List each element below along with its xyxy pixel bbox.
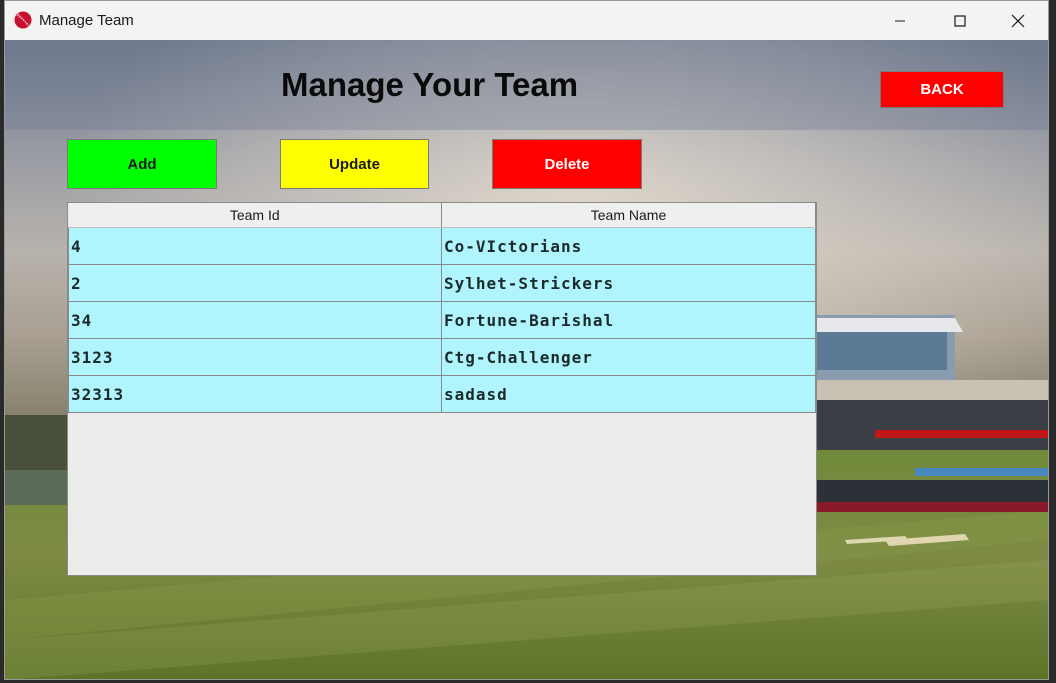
team-name-cell[interactable]: Co-VIctorians xyxy=(441,227,816,265)
content-area: Manage Your Team BACK Add Update Delete … xyxy=(5,40,1048,679)
maximize-button[interactable] xyxy=(931,1,989,40)
team-name-cell[interactable]: sadasd xyxy=(441,375,816,413)
close-button[interactable] xyxy=(989,1,1047,40)
title-bar[interactable]: Manage Team xyxy=(5,1,1048,40)
team-id-cell[interactable]: 4 xyxy=(68,227,442,265)
table-row[interactable]: 4 Co-VIctorians xyxy=(68,227,816,265)
cricket-ball-icon xyxy=(14,11,32,29)
team-name-cell[interactable]: Sylhet-Strickers xyxy=(441,264,816,302)
column-header-team-name[interactable]: Team Name xyxy=(441,203,816,228)
team-id-cell[interactable]: 3123 xyxy=(68,338,442,376)
window-title: Manage Team xyxy=(39,12,134,29)
table-row[interactable]: 34 Fortune-Barishal xyxy=(68,301,816,339)
add-button[interactable]: Add xyxy=(67,139,217,189)
back-button[interactable]: BACK xyxy=(880,71,1004,108)
minimize-icon xyxy=(895,20,905,21)
team-id-cell[interactable]: 34 xyxy=(68,301,442,339)
manage-team-window: Manage Team Manage Your Team BACK Add Up… xyxy=(4,0,1049,680)
team-name-cell[interactable]: Ctg-Challenger xyxy=(441,338,816,376)
maximize-icon xyxy=(954,14,966,27)
table-row[interactable]: 2 Sylhet-Strickers xyxy=(68,264,816,302)
table-row[interactable]: 3123 Ctg-Challenger xyxy=(68,338,816,376)
minimize-button[interactable] xyxy=(871,1,929,40)
team-name-cell[interactable]: Fortune-Barishal xyxy=(441,301,816,339)
team-id-cell[interactable]: 2 xyxy=(68,264,442,302)
close-icon xyxy=(1011,14,1025,27)
teams-table[interactable]: Team Id Team Name 4 Co-VIctorians 2 Sylh… xyxy=(67,202,817,576)
page-title: Manage Your Team xyxy=(281,66,579,103)
update-button[interactable]: Update xyxy=(280,139,429,189)
delete-button[interactable]: Delete xyxy=(492,139,642,189)
table-row[interactable]: 32313 sadasd xyxy=(68,375,816,413)
table-header-row: Team Id Team Name xyxy=(68,203,816,228)
column-header-team-id[interactable]: Team Id xyxy=(68,203,442,228)
team-id-cell[interactable]: 32313 xyxy=(68,375,442,413)
